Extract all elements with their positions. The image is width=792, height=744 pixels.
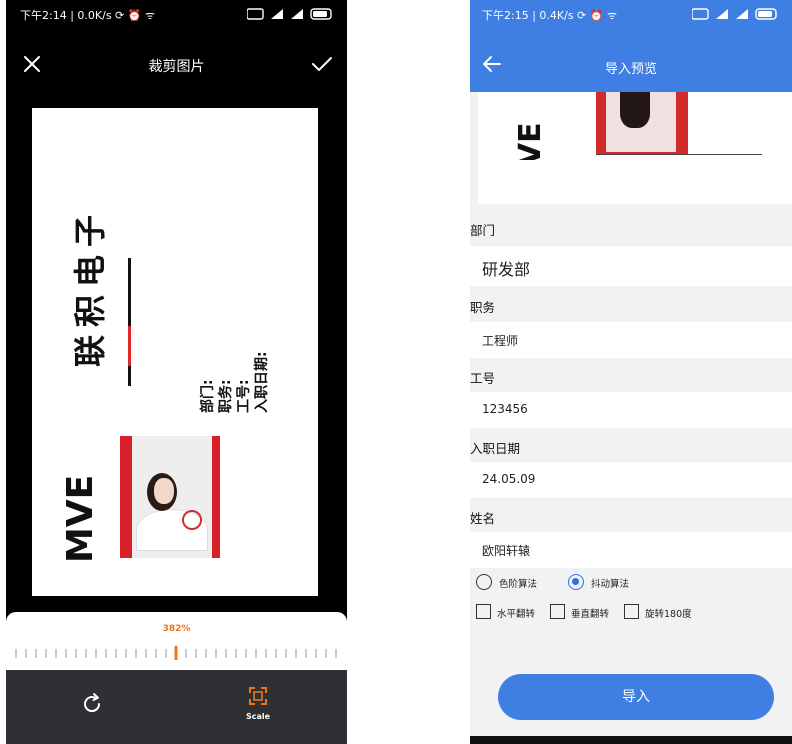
checkbox-label: 垂直翻转 <box>571 609 610 620</box>
transform-options: 水平翻转 垂直翻转 旋转180度 <box>476 604 786 622</box>
page-title: 裁剪图片 <box>148 59 205 75</box>
field-label-hire-date: 入职日期 <box>470 441 521 456</box>
status-text: 下午2:14 | 0.0K/s ⟳ ⏰ ᯤ <box>20 9 155 22</box>
name-value: 欧阳轩辕 <box>482 544 531 558</box>
import-preview-screen: 下午2:15 | 0.4K/s ⟳ ⏰ ᯤ 导入预览 MVE 部门 研发部 职务… <box>470 0 792 744</box>
hire-date-value: 24.05.09 <box>482 472 536 486</box>
rotate-icon[interactable] <box>80 692 104 716</box>
checkbox-rotate-180[interactable] <box>624 604 639 619</box>
crop-toolbar: Scale <box>6 670 347 744</box>
checkbox-label: 水平翻转 <box>497 609 536 620</box>
status-text: 下午2:15 | 0.4K/s ⟳ ⏰ ᯤ <box>482 9 617 22</box>
check-icon[interactable] <box>309 52 335 76</box>
signal-battery-icon <box>692 8 777 20</box>
card-title-char: 电 <box>70 254 109 288</box>
employee-id-field[interactable]: 123456 <box>470 392 792 428</box>
page-title: 导入预览 <box>604 62 657 77</box>
field-label-employee-id: 工号 <box>470 371 496 386</box>
preview-photo-hair <box>620 92 650 128</box>
checkbox-horizontal-flip[interactable] <box>476 604 491 619</box>
card-title-char: 联 <box>70 334 109 368</box>
crop-image[interactable]: 子 电 积 联 部门: 职务: 工号: 入职日期: MVE <box>32 108 318 596</box>
radio-label: 色阶算法 <box>499 579 538 590</box>
preview-logo-text: MVE <box>516 122 546 160</box>
hire-date-field[interactable]: 24.05.09 <box>470 462 792 498</box>
card-field-label: 部门: <box>199 379 216 413</box>
card-field-labels: 部门: 职务: 工号: 入职日期: <box>199 351 270 413</box>
name-field[interactable]: 欧阳轩辕 <box>470 532 792 568</box>
photo-person-face <box>154 478 174 504</box>
mve-logo: MVE <box>62 475 101 563</box>
card-company-title: 子 电 积 联 <box>70 213 110 433</box>
card-field-label: 工号: <box>236 379 252 413</box>
field-label-department: 部门 <box>470 223 496 238</box>
status-bar: 下午2:15 | 0.4K/s ⟳ ⏰ ᯤ <box>470 0 792 28</box>
position-value: 工程师 <box>482 334 519 348</box>
field-label-name: 姓名 <box>470 511 496 526</box>
status-bar: 下午2:14 | 0.0K/s ⟳ ⏰ ᯤ <box>6 0 347 28</box>
card-divider <box>128 258 131 386</box>
card-field-label: 入职日期: <box>254 351 270 413</box>
field-label-position: 职务 <box>470 300 496 315</box>
scale-label: Scale <box>245 712 271 721</box>
card-title-char: 子 <box>70 214 109 248</box>
radio-label: 抖动算法 <box>591 579 630 590</box>
department-value: 研发部 <box>482 260 531 279</box>
preview-logo: MVE <box>516 122 546 160</box>
crop-screen: 下午2:14 | 0.0K/s ⟳ ⏰ ᯤ 裁剪图片 子 电 积 联 部门: 职… <box>6 0 347 744</box>
signal-battery-icon <box>247 8 332 20</box>
app-header: 下午2:15 | 0.4K/s ⟳ ⏰ ᯤ 导入预览 <box>470 0 792 92</box>
scale-button[interactable]: Scale <box>234 684 282 728</box>
radio-dither-algorithm[interactable] <box>568 574 584 590</box>
position-field[interactable]: 工程师 <box>470 322 792 358</box>
scale-icon <box>249 687 267 705</box>
card-field-label: 职务: <box>217 379 234 413</box>
navigation-bar <box>470 736 792 744</box>
card-title-char: 积 <box>70 294 109 328</box>
algorithm-radio-group: 色阶算法 抖动算法 <box>476 574 776 592</box>
department-field[interactable]: 研发部 <box>470 246 792 286</box>
zoom-percent: 382% <box>162 624 191 634</box>
zoom-panel: 382% <box>6 612 347 670</box>
card-divider-accent <box>128 326 131 366</box>
employee-id-value: 123456 <box>482 402 528 416</box>
import-button[interactable]: 导入 <box>498 674 774 720</box>
radio-grayscale-algorithm[interactable] <box>476 574 492 590</box>
zoom-ruler-slider[interactable] <box>14 646 339 660</box>
checkbox-vertical-flip[interactable] <box>550 604 565 619</box>
photo-bow <box>182 510 202 530</box>
preview-divider <box>596 154 762 155</box>
checkbox-label: 旋转180度 <box>645 609 692 620</box>
preview-image: MVE <box>478 92 792 204</box>
mve-logo-text: MVE <box>62 475 101 563</box>
